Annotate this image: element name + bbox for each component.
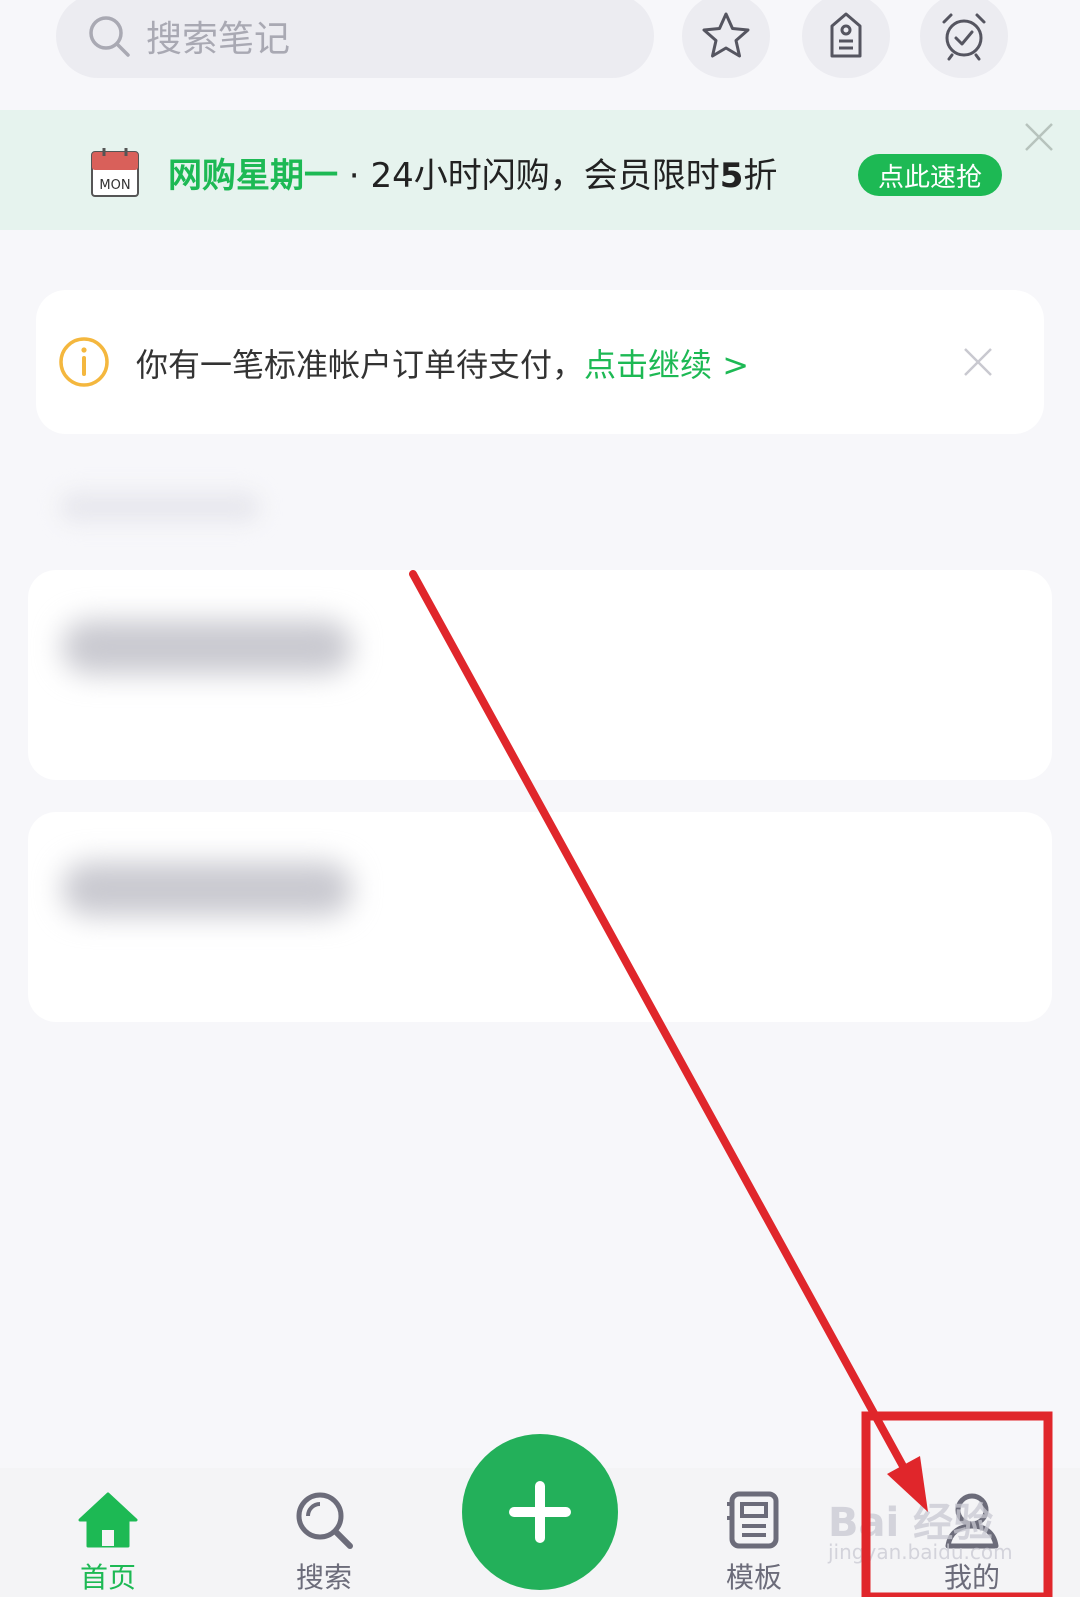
alert-message-row: 你有一笔标准帐户订单待支付，点击继续 > [136, 340, 749, 386]
plus-icon [509, 1481, 571, 1543]
search-icon [89, 16, 130, 57]
blurred-note-title [62, 862, 352, 916]
continue-link[interactable]: 点击继续 > [584, 346, 749, 384]
blurred-note-title [62, 620, 352, 674]
search-icon [296, 1492, 353, 1549]
annotation-overlay [409, 570, 1053, 1597]
alert-message: 你有一笔标准帐户订单待支付， [136, 346, 585, 384]
alarm-clock-icon [942, 13, 986, 61]
promo-discount: 5 [719, 156, 744, 196]
tab-label: 搜索 [295, 1561, 352, 1594]
promo-banner[interactable]: MON 网购星期一 · 24小时闪购，会员限时5折 点此速抢 [0, 110, 1080, 230]
close-icon[interactable] [1022, 120, 1056, 154]
promo-text: 网购星期一 · 24小时闪购，会员限时5折 [168, 148, 777, 197]
tab-home[interactable]: 首页 [48, 1488, 168, 1596]
tab-label: 模板 [725, 1561, 782, 1594]
search-placeholder: 搜索笔记 [146, 19, 291, 60]
search-input[interactable]: 搜索笔记 [56, 0, 654, 78]
template-icon [727, 1491, 779, 1549]
promo-separator: · [338, 156, 371, 196]
calendar-label: MON [99, 178, 130, 193]
note-card[interactable] [28, 812, 1052, 1022]
star-icon [702, 12, 750, 58]
top-bar: 搜索笔记 [0, 0, 1080, 108]
info-icon [59, 337, 109, 387]
favorites-button[interactable] [682, 0, 770, 78]
promo-text-part1: 24小时闪购，会员限时 [370, 156, 720, 196]
reminders-button[interactable] [920, 0, 1008, 78]
note-card[interactable] [28, 570, 1052, 780]
promo-text-part2: 折 [743, 156, 778, 196]
add-note-button[interactable] [462, 1434, 618, 1590]
tags-button[interactable] [802, 0, 890, 78]
home-icon [78, 1492, 138, 1548]
calendar-icon: MON [91, 148, 139, 197]
promo-highlight: 网购星期一 [168, 156, 338, 196]
close-icon[interactable] [962, 346, 994, 378]
tab-templates[interactable]: 模板 [694, 1488, 814, 1596]
tab-search[interactable]: 搜索 [264, 1488, 384, 1596]
tab-label: 首页 [79, 1561, 136, 1594]
pending-order-alert[interactable]: 你有一笔标准帐户订单待支付，点击继续 > [36, 290, 1044, 434]
promo-cta-button[interactable]: 点此速抢 [858, 154, 1002, 196]
watermark-url: jingyan.baidu.com [828, 1540, 1013, 1564]
blurred-section-label [60, 492, 260, 522]
tag-icon [830, 12, 862, 58]
